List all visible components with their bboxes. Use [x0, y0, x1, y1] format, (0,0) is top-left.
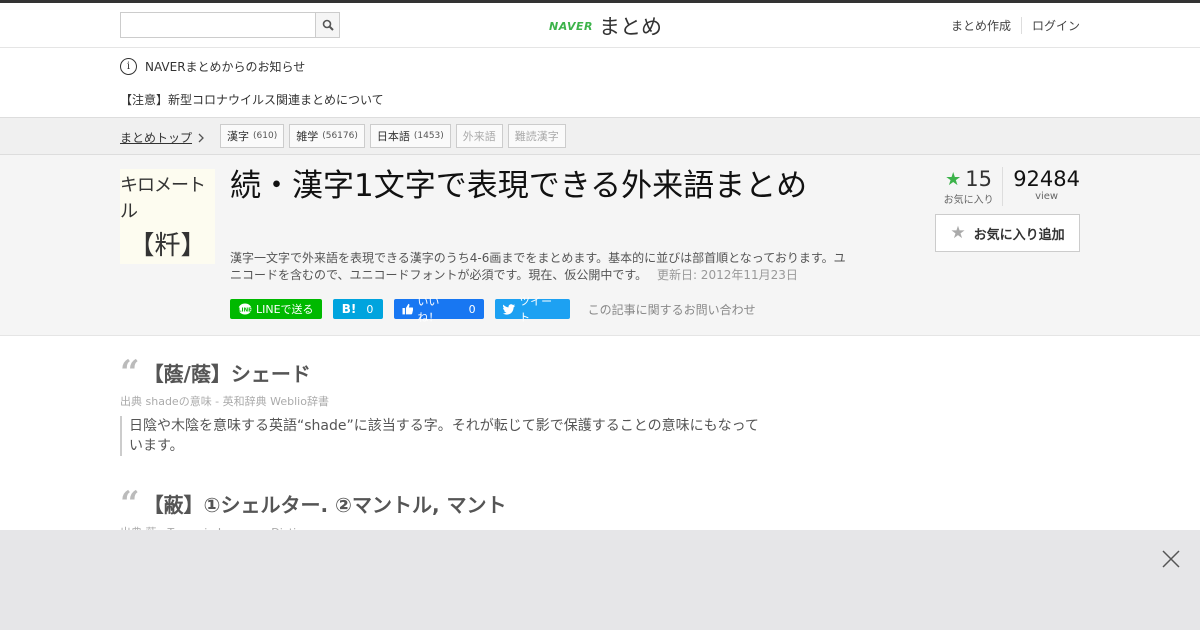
tag-label: 漢字	[227, 130, 249, 143]
views-stat: 92484 view	[1003, 167, 1080, 206]
favorites-stat: ★ 15 お気に入り	[935, 167, 1004, 206]
item-source-link[interactable]: 出典 shadeの意味 - 英和辞典 Weblio辞書	[120, 393, 760, 409]
hatena-count: 0	[366, 302, 374, 316]
tag-label: 外来語	[462, 130, 496, 143]
article-stats: ★ 15 お気に入り 92484 view	[935, 167, 1080, 206]
list-item: “ 【蔭/蔭】シェード 出典 shadeの意味 - 英和辞典 Weblio辞書 …	[120, 352, 760, 456]
article-header: キロメートル 【粁】 続・漢字1文字で表現できる外来語まとめ 漢字一文字で外来語…	[0, 155, 1200, 336]
info-icon: i	[120, 58, 137, 75]
bottom-overlay-banner	[0, 530, 1200, 630]
favorites-number: ★ 15	[935, 167, 1002, 191]
line-share-button[interactable]: LINE LINEで送る	[230, 299, 322, 319]
item-title: “ 【蔭/蔭】シェード	[120, 352, 760, 393]
line-share-label: LINEで送る	[256, 303, 314, 316]
add-favorite-button[interactable]: ★ お気に入り追加	[935, 214, 1080, 252]
search-box	[120, 12, 340, 38]
item-title-text: 【蔭/蔭】シェード	[143, 362, 311, 386]
tag-count: (610)	[253, 131, 278, 141]
facebook-like-button[interactable]: いいね！ 0	[393, 295, 484, 324]
notice-title: NAVERまとめからのお知らせ	[145, 60, 306, 74]
share-buttons: LINE LINEで送る B! 0 いいね！ 0 ツイート この記事に関するお問…	[230, 295, 756, 324]
article-thumbnail: キロメートル 【粁】	[120, 169, 215, 264]
facebook-like-label: いいね！	[417, 295, 440, 324]
site-logo[interactable]: NAVER まとめ	[549, 11, 662, 41]
tag-label: 雑学	[296, 130, 319, 143]
thumbs-up-icon	[402, 303, 413, 315]
quote-icon: “	[120, 352, 140, 393]
breadcrumb-top-link[interactable]: まとめトップ	[120, 129, 205, 146]
thumbnail-text-line2: 【粁】	[128, 231, 207, 261]
site-header: NAVER まとめ まとめ作成 ログイン	[0, 3, 1200, 48]
tweet-label: ツイート	[519, 295, 553, 324]
views-label: view	[1035, 191, 1059, 202]
page-title: 続・漢字1文字で表現できる外来語まとめ	[230, 168, 808, 204]
tag-zatsugaku[interactable]: 雑学 (56176)	[289, 124, 365, 148]
tag-label: 難読漢字	[514, 130, 559, 143]
breadcrumb: まとめトップ 漢字 (610) 雑学 (56176) 日本語 (1453) 外来語 難…	[0, 118, 1200, 155]
favorites-label: お気に入り	[943, 195, 994, 206]
breadcrumb-top-label: まとめトップ	[120, 131, 193, 145]
logo-matome: まとめ	[598, 15, 662, 39]
inquiry-link[interactable]: この記事に関するお問い合わせ	[588, 301, 756, 318]
search-button[interactable]	[315, 12, 340, 38]
tag-nandoku-kanji[interactable]: 難読漢字	[507, 124, 566, 148]
header-links: まとめ作成 ログイン	[941, 17, 1080, 34]
search-input[interactable]	[120, 12, 315, 38]
article-description: 漢字一文字で外来語を表現できる漢字のうち4-6画までをまとめます。基本的に並びは…	[230, 250, 850, 284]
tag-kanji[interactable]: 漢字 (610)	[220, 124, 285, 148]
logo-naver: NAVER	[549, 19, 593, 33]
chevron-right-icon	[198, 133, 204, 142]
tag-gairaigo[interactable]: 外来語	[455, 124, 503, 148]
hatena-bookmark-button[interactable]: B! 0	[332, 299, 383, 319]
notice-message-link[interactable]: 【注意】新型コロナウイルス関連まとめについて	[120, 91, 384, 108]
item-title-text: 【蔽】①シェルター. ②マントル, マント	[143, 493, 507, 517]
tag-count: (1453)	[413, 131, 444, 141]
tag-nihongo[interactable]: 日本語 (1453)	[369, 124, 451, 148]
updated-date: 更新日: 2012年11月23日	[656, 268, 798, 282]
tweet-button[interactable]: ツイート	[494, 295, 570, 324]
item-body: 日陰や木陰を意味する英語“shade”に該当する字。それが転じて影で保護すること…	[120, 416, 760, 456]
views-count: 92484	[1013, 167, 1080, 191]
login-link[interactable]: ログイン	[1022, 17, 1080, 34]
close-icon	[1162, 550, 1180, 568]
favorites-count: 15	[965, 167, 993, 191]
create-matome-link[interactable]: まとめ作成	[941, 17, 1022, 34]
notice-header: i NAVERまとめからのお知らせ	[120, 58, 305, 75]
thumbnail-text-line1: キロメートル	[120, 175, 206, 222]
twitter-bird-icon	[502, 303, 515, 315]
close-button[interactable]	[1161, 549, 1181, 569]
facebook-like-count: 0	[468, 302, 476, 316]
quote-icon: “	[120, 483, 140, 524]
tag-list: 漢字 (610) 雑学 (56176) 日本語 (1453) 外来語 難読漢字	[220, 124, 566, 148]
add-favorite-label: お気に入り追加	[973, 227, 1065, 243]
line-icon: LINE	[238, 303, 252, 314]
svg-text:LINE: LINE	[238, 307, 252, 313]
star-icon: ★	[950, 223, 966, 243]
search-icon	[322, 19, 334, 31]
item-title: “ 【蔽】①シェルター. ②マントル, マント	[120, 483, 507, 524]
star-icon: ★	[945, 168, 962, 190]
tag-count: (56176)	[322, 131, 358, 141]
hatena-icon: B!	[341, 302, 357, 316]
tag-label: 日本語	[376, 130, 410, 143]
notice-area: i NAVERまとめからのお知らせ 【注意】新型コロナウイルス関連まとめについて	[0, 48, 1200, 118]
